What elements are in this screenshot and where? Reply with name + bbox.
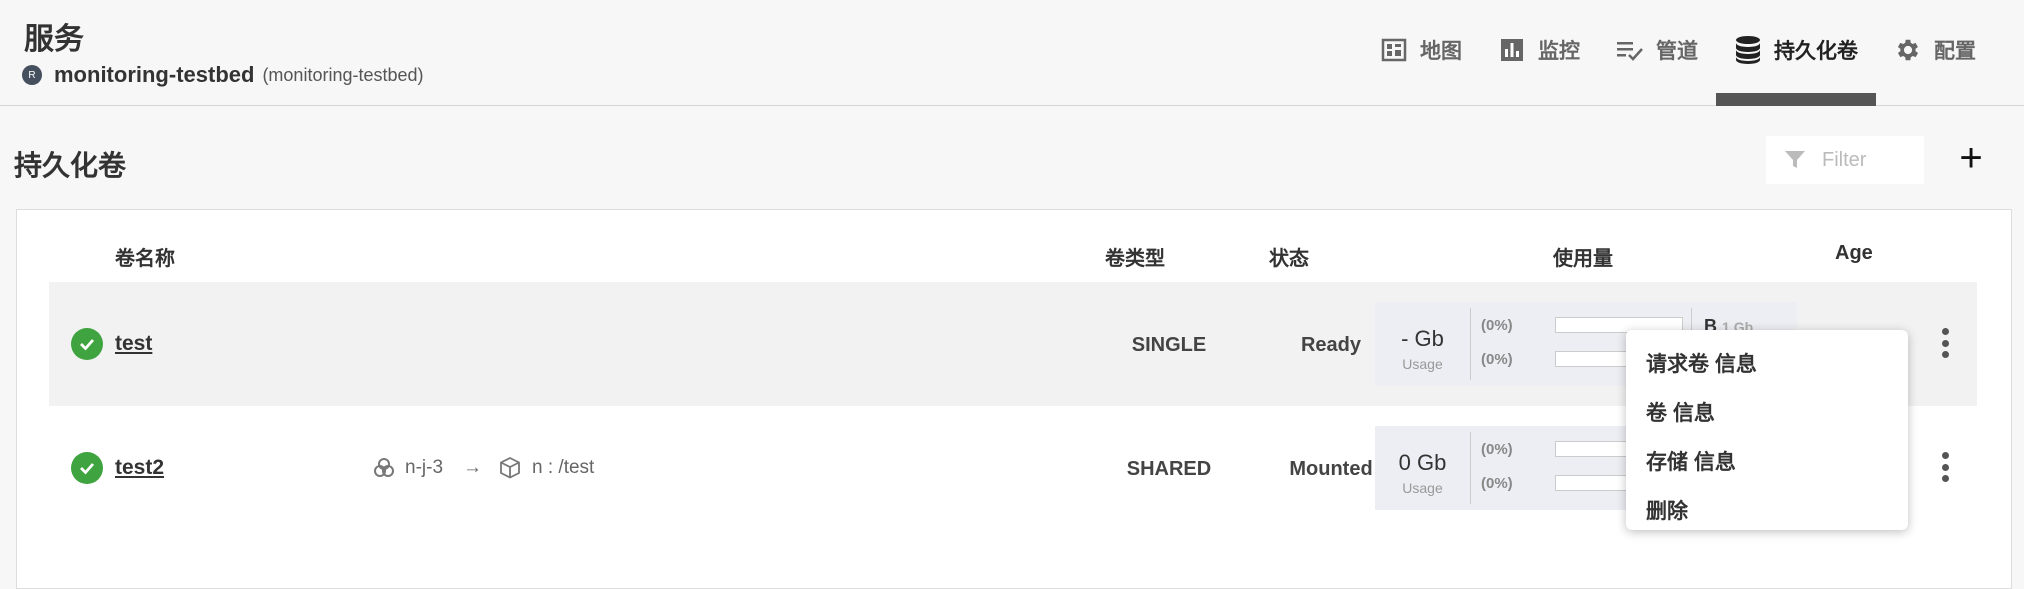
menu-item-volume-info[interactable]: 卷 信息 — [1626, 389, 1908, 438]
header-age: Age — [1835, 242, 1873, 264]
volume-name-link[interactable]: test2 — [115, 456, 164, 480]
page-title: 服务 — [24, 23, 84, 56]
header-type: 卷类型 — [1105, 248, 1165, 270]
project-subtitle: (monitoring-testbed) — [262, 64, 424, 85]
mount-path: n : /test — [532, 457, 595, 478]
arrow-icon: → — [463, 457, 483, 478]
usage-percent: (0%) — [1481, 474, 1513, 492]
tab-persistent-volumes[interactable]: 持久化卷 — [1716, 0, 1876, 106]
usage-label: Usage — [1402, 356, 1443, 372]
database-icon — [1734, 36, 1762, 64]
tab-persistent-volumes-label: 持久化卷 — [1774, 40, 1858, 63]
pipeline-list-icon — [1616, 36, 1644, 64]
row-actions-icon[interactable] — [1939, 452, 1951, 482]
usage-percent: (0%) — [1481, 316, 1513, 334]
filter-input[interactable] — [1822, 148, 1912, 172]
header-state: 状态 — [1269, 248, 1309, 270]
usage-value: - Gb — [1401, 326, 1444, 351]
map-icon — [1380, 36, 1408, 64]
volume-type: SINGLE — [1131, 334, 1207, 356]
usage-label: Usage — [1402, 480, 1443, 496]
header-name: 卷名称 — [115, 248, 175, 270]
node-name: n-j-3 — [405, 457, 444, 478]
add-volume-button[interactable]: + — [1954, 138, 1988, 178]
bar-chart-icon — [1498, 36, 1526, 64]
status-ok-icon — [71, 452, 103, 484]
usage-value: 0 Gb — [1398, 450, 1447, 475]
volume-type: SHARED — [1126, 458, 1212, 480]
tab-pipeline-label: 管道 — [1656, 40, 1698, 63]
project-line: R monitoring-testbed (monitoring-testbed… — [22, 62, 424, 88]
top-nav: 地图 监控 管道 持久化卷 配置 — [1362, 0, 1994, 106]
node-cluster-icon — [374, 458, 394, 477]
status-ok-icon — [71, 328, 103, 360]
filter-box[interactable] — [1766, 136, 1924, 184]
volume-name-link[interactable]: test — [115, 332, 152, 356]
menu-item-request-info[interactable]: 请求卷 信息 — [1626, 340, 1908, 389]
tab-settings[interactable]: 配置 — [1876, 0, 1994, 100]
tab-map[interactable]: 地图 — [1362, 0, 1480, 100]
row-actions-icon[interactable] — [1939, 328, 1951, 358]
header-usage: 使用量 — [1553, 248, 1613, 270]
row-context-menu: 请求卷 信息 卷 信息 存储 信息 删除 — [1626, 330, 1908, 530]
container-box-icon — [500, 456, 520, 479]
section-title: 持久化卷 — [14, 150, 127, 181]
tab-pipeline[interactable]: 管道 — [1598, 0, 1716, 100]
project-icon: R — [22, 65, 42, 85]
tab-monitoring-label: 监控 — [1538, 40, 1580, 63]
filter-icon — [1785, 151, 1805, 168]
gear-icon — [1894, 36, 1922, 64]
menu-item-delete[interactable]: 删除 — [1626, 487, 1908, 536]
tab-monitoring[interactable]: 监控 — [1480, 0, 1598, 100]
project-name: monitoring-testbed — [54, 62, 255, 87]
page-header: 服务 R monitoring-testbed (monitoring-test… — [0, 0, 2024, 106]
tab-map-label: 地图 — [1420, 40, 1462, 63]
tab-settings-label: 配置 — [1934, 40, 1976, 63]
usage-percent: (0%) — [1481, 350, 1513, 368]
mount-info: n-j-3 → n : /test — [373, 456, 604, 480]
usage-percent: (0%) — [1481, 440, 1513, 458]
menu-item-storage-info[interactable]: 存储 信息 — [1626, 438, 1908, 487]
